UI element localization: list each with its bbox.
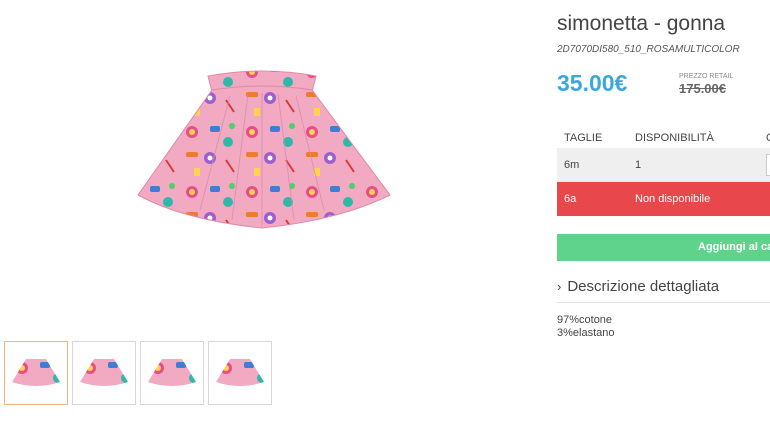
thumbnail-2[interactable] <box>72 341 136 405</box>
product-price: 35.00€ <box>557 70 628 96</box>
description-line: 3%elastano <box>557 327 615 339</box>
add-to-cart-label: Aggiungi al car <box>698 241 770 253</box>
retail-price-label: PREZZO RETAIL <box>679 73 734 80</box>
add-to-cart-button[interactable]: Aggiungi al car <box>557 234 770 261</box>
retail-price: 175.00€ <box>679 81 726 96</box>
header-sizes: TAGLIE <box>564 132 603 144</box>
thumbnail-3[interactable] <box>140 341 204 405</box>
size-row[interactable]: 6m 1 <box>557 148 770 182</box>
size-value: 6a <box>564 193 577 205</box>
product-title: simonetta - gonna <box>557 12 726 35</box>
thumbnail-gallery <box>4 341 272 405</box>
size-row-unavailable: 6a Non disponibile <box>557 182 770 216</box>
availability-value: 1 <box>635 159 642 171</box>
description-heading: Descrizione dettagliata <box>567 278 720 295</box>
description-line: 97%cotone <box>557 314 613 326</box>
product-sku: 2D7070DI580_510_ROSAMULTICOLOR <box>557 44 740 55</box>
chevron-right-icon: › <box>557 279 562 294</box>
thumbnail-1[interactable] <box>4 341 68 405</box>
description-content: 97%cotone 3%elastano <box>557 314 615 340</box>
thumbnail-4[interactable] <box>208 341 272 405</box>
sizes-table-header: TAGLIE DISPONIBILITÀ Q <box>557 132 770 148</box>
size-value: 6m <box>564 159 580 171</box>
availability-value: Non disponibile <box>635 193 711 205</box>
header-availability: DISPONIBILITÀ <box>635 132 714 144</box>
quantity-input[interactable] <box>766 154 770 176</box>
product-main-image[interactable] <box>120 60 405 245</box>
product-info-panel: simonetta - gonna 2D7070DI580_510_ROSAMU… <box>557 0 770 421</box>
description-toggle[interactable]: › Descrizione dettagliata <box>557 278 770 303</box>
header-quantity: Q <box>766 132 770 144</box>
